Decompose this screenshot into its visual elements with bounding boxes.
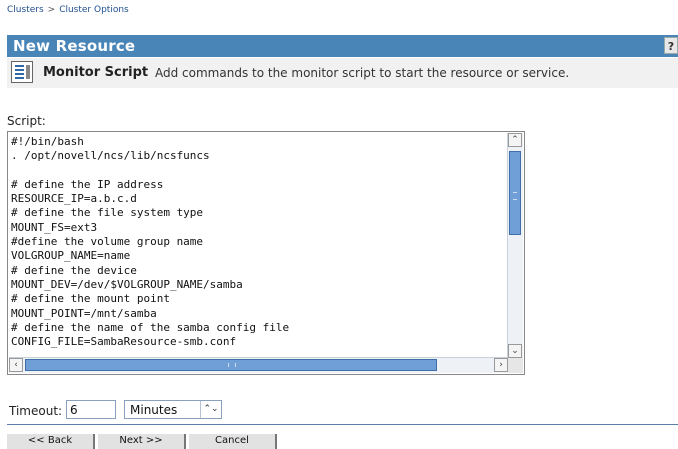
footer-divider: [7, 424, 678, 425]
scroll-right-icon[interactable]: ›: [494, 358, 508, 372]
scroll-left-icon[interactable]: ‹: [9, 358, 23, 372]
script-label: Script:: [7, 114, 46, 128]
timeout-unit-select[interactable]: Minutes ⌃⌄: [124, 400, 222, 419]
timeout-input[interactable]: [66, 400, 116, 419]
breadcrumb-separator: >: [47, 5, 56, 15]
select-arrows-icon[interactable]: ⌃⌄: [200, 401, 221, 418]
breadcrumb: Clusters > Cluster Options: [7, 5, 129, 15]
vertical-scroll-thumb[interactable]: [509, 151, 521, 235]
script-textarea[interactable]: #!/bin/bash . /opt/novell/ncs/lib/ncsfun…: [7, 131, 525, 375]
section-header: Monitor Script Add commands to the monit…: [7, 58, 678, 88]
scroll-down-icon[interactable]: ⌄: [508, 344, 522, 358]
breadcrumb-current: Cluster Options: [59, 5, 129, 15]
page-title: New Resource: [13, 37, 136, 55]
help-button[interactable]: ?: [664, 37, 678, 54]
breadcrumb-clusters-link[interactable]: Clusters: [7, 5, 44, 15]
section-description: Add commands to the monitor script to st…: [155, 66, 570, 80]
scroll-corner: [508, 358, 523, 373]
timeout-unit-value: Minutes: [130, 403, 178, 417]
page-title-bar: New Resource ?: [7, 35, 678, 57]
cancel-button[interactable]: Cancel: [189, 434, 277, 449]
script-content[interactable]: #!/bin/bash . /opt/novell/ncs/lib/ncsfun…: [11, 135, 289, 349]
back-button[interactable]: << Back: [7, 434, 95, 449]
horizontal-scrollbar[interactable]: ‹ ›: [9, 357, 508, 373]
vertical-scrollbar[interactable]: ⌃ ⌄: [507, 133, 523, 358]
scroll-up-icon[interactable]: ⌃: [508, 133, 522, 147]
horizontal-scroll-thumb[interactable]: [25, 359, 437, 371]
timeout-label: Timeout:: [9, 404, 63, 418]
next-button[interactable]: Next >>: [98, 434, 186, 449]
script-document-icon: [11, 61, 33, 83]
section-title: Monitor Script: [43, 65, 149, 80]
